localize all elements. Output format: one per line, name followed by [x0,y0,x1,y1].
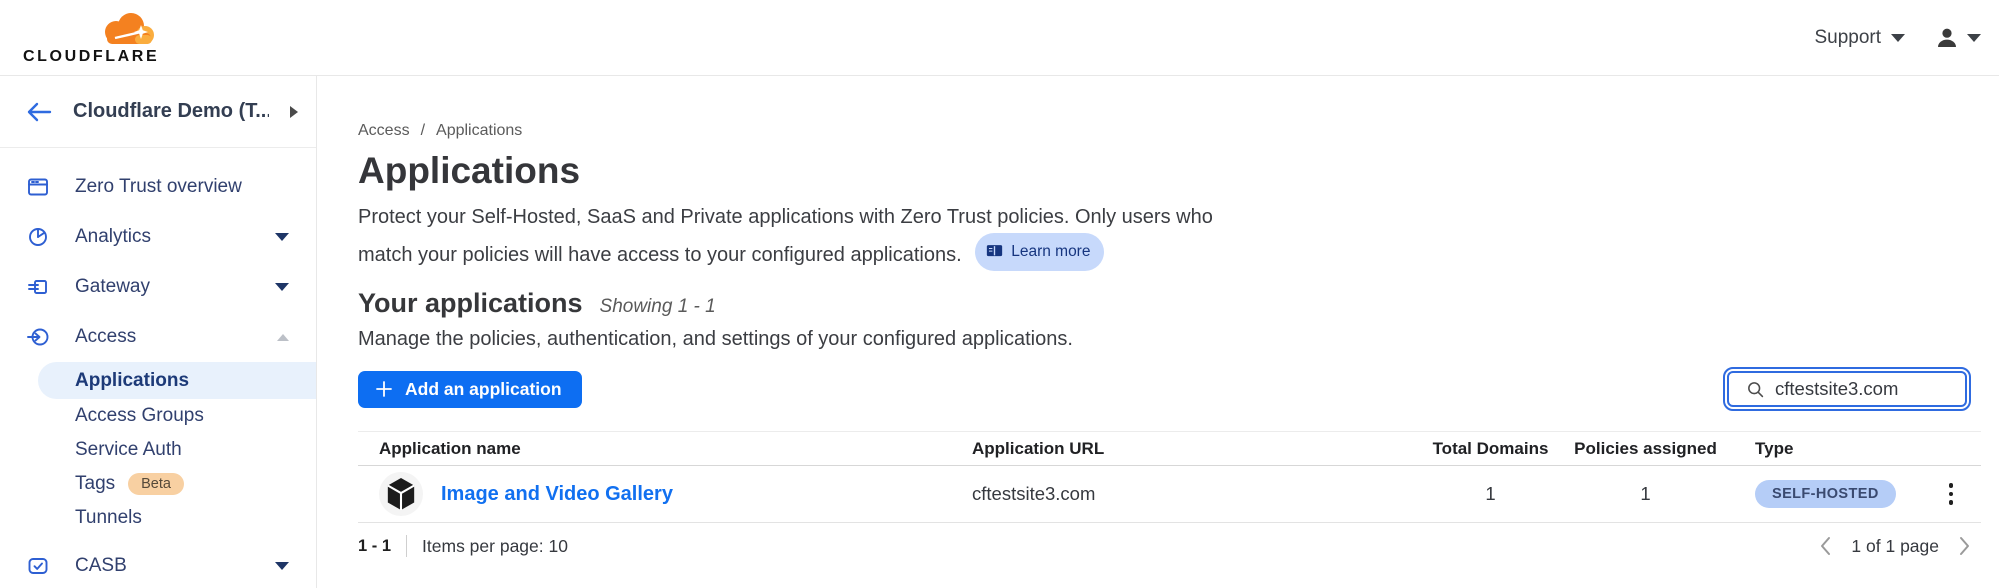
cloudflare-cloud-icon [93,11,159,47]
showing-count: Showing 1 - 1 [600,296,716,318]
page-description: Protect your Self-Hosted, SaaS and Priva… [358,202,1999,271]
description-line2: match your policies will have access to … [358,244,962,266]
cloudflare-wordmark: CLOUDFLARE [23,49,159,65]
page-indicator: 1 of 1 page [1851,536,1939,557]
main-content: Access / Applications Applications Prote… [317,76,1999,588]
beta-badge: Beta [128,473,184,495]
sidebar-item-applications[interactable]: Applications [38,362,316,399]
sidebar-item-label: Applications [75,370,189,392]
items-per-page-label: Items per page: 10 [422,536,568,557]
search-box [1727,371,1967,407]
sidebar-item-casb[interactable]: CASB [0,541,316,588]
search-icon [1746,380,1765,399]
application-url-cell: cftestsite3.com [958,483,1418,505]
description-line1: Protect your Self-Hosted, SaaS and Priva… [358,206,1213,228]
col-total-domains: Total Domains [1418,439,1563,459]
previous-page-button[interactable] [1819,536,1831,556]
chevron-down-icon [275,562,289,570]
total-domains-cell: 1 [1418,483,1563,505]
book-icon [986,244,1003,259]
topbar-right: Support [1814,26,1981,50]
policies-assigned-cell: 1 [1563,483,1728,505]
casb-check-icon [26,554,50,578]
application-cube-icon [379,472,423,516]
pagination-bar: 1 - 1 Items per page: 10 1 of 1 page [358,535,1999,557]
table-row: Image and Video Gallery cftestsite3.com … [358,466,1981,523]
sidebar-item-label: Gateway [75,276,250,298]
table-header-row: Application name Application URL Total D… [358,432,1981,466]
search-focus-ring [1723,367,1971,411]
items-range: 1 - 1 [358,537,391,556]
sidebar-nav: Zero Trust overview Analytics Gateway [0,148,316,588]
access-submenu: Applications Access Groups Service Auth … [0,362,316,535]
next-page-button[interactable] [1959,536,1971,556]
table-controls: Add an application [358,367,1999,411]
breadcrumb-separator: / [421,122,425,140]
sidebar-item-label: Access Groups [75,405,204,427]
sidebar-item-label: Analytics [75,226,250,248]
add-application-button[interactable]: Add an application [358,371,582,408]
col-application-url: Application URL [958,439,1418,459]
support-label: Support [1814,27,1881,49]
type-badge: SELF-HOSTED [1755,480,1896,508]
sidebar-item-analytics[interactable]: Analytics [0,212,316,262]
breadcrumb: Access / Applications [358,122,1999,140]
sidebar-item-label: Tags [75,473,115,495]
sidebar-item-access[interactable]: Access [0,312,316,362]
breadcrumb-applications: Applications [436,122,522,140]
section-title: Your applications [358,287,583,319]
sidebar-item-gateway[interactable]: Gateway [0,262,316,312]
chevron-down-icon [275,233,289,241]
sidebar-item-tags[interactable]: Tags Beta [0,467,316,501]
caret-right-icon[interactable] [290,106,298,118]
applications-table: Application name Application URL Total D… [358,431,1981,523]
sidebar-item-zero-trust-overview[interactable]: Zero Trust overview [0,162,316,212]
learn-more-label: Learn more [1011,236,1090,267]
sidebar-item-service-auth[interactable]: Service Auth [0,433,316,467]
learn-more-badge[interactable]: Learn more [975,233,1104,271]
sidebar-item-label: Tunnels [75,507,142,529]
sidebar-item-access-groups[interactable]: Access Groups [0,399,316,433]
sidebar-item-label: CASB [75,555,250,577]
top-header: CLOUDFLARE Support [0,0,1999,76]
section-subtext: Manage the policies, authentication, and… [358,325,1999,353]
application-name-link[interactable]: Image and Video Gallery [441,483,673,506]
section-header: Your applications Showing 1 - 1 [358,287,1999,319]
page-title: Applications [358,150,1999,192]
search-input[interactable] [1775,378,1955,400]
overview-window-icon [26,175,50,199]
chevron-down-icon [1891,34,1905,42]
sidebar-item-label: Service Auth [75,439,182,461]
row-actions-kebab-menu[interactable] [1945,479,1958,509]
sidebar-item-tunnels[interactable]: Tunnels [0,501,316,535]
chevron-down-icon [275,283,289,291]
chevron-down-icon [1967,34,1981,42]
sidebar-item-label: Zero Trust overview [75,176,289,198]
account-menu[interactable] [1935,26,1981,50]
pie-chart-icon [26,225,50,249]
plus-icon [374,379,394,399]
cloudflare-logo[interactable]: CLOUDFLARE [23,11,159,65]
divider [406,535,407,557]
support-menu[interactable]: Support [1814,27,1905,49]
pagination-left: 1 - 1 Items per page: 10 [358,535,568,557]
account-name: Cloudflare Demo (T... [73,100,269,123]
col-type: Type [1728,439,1921,459]
add-application-label: Add an application [405,379,562,400]
access-login-icon [26,325,50,349]
sidebar: Cloudflare Demo (T... Zero Trust overvie… [0,76,317,588]
account-switcher[interactable]: Cloudflare Demo (T... [0,76,316,148]
gateway-icon [26,275,50,299]
pagination-right: 1 of 1 page [1819,536,1971,557]
zero-trust-dashboard: CLOUDFLARE Support Cloudflare [0,0,1999,588]
back-arrow-icon[interactable] [26,101,52,123]
breadcrumb-access[interactable]: Access [358,122,410,140]
col-application-name: Application name [358,439,958,459]
chevron-up-icon [277,334,289,341]
col-policies-assigned: Policies assigned [1563,439,1728,459]
sidebar-item-label: Access [75,326,252,348]
user-icon [1935,26,1959,50]
